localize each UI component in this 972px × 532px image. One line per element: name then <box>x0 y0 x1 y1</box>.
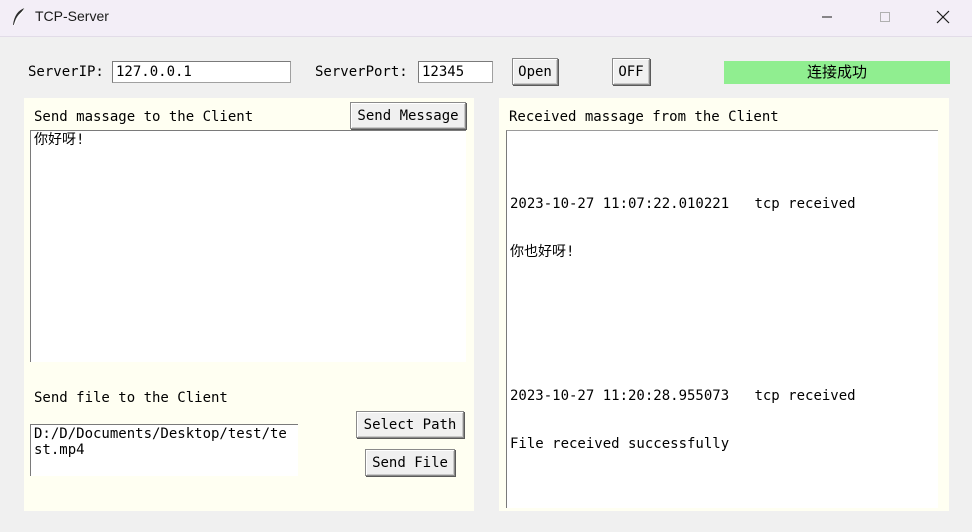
log-entry: 2023-10-27 11:20:28.955073 tcp received … <box>510 356 935 484</box>
off-button[interactable]: OFF <box>612 58 650 85</box>
title-bar[interactable]: TCP-Server <box>0 0 972 37</box>
close-button[interactable] <box>914 0 972 34</box>
server-ip-input[interactable]: 127.0.0.1 <box>112 61 291 83</box>
send-message-heading: Send massage to the Client <box>34 109 254 125</box>
connection-status-badge: 连接成功 <box>724 61 950 84</box>
server-ip-label: ServerIP: <box>28 64 104 80</box>
file-path-textarea[interactable]: D:/D/Documents/Desktop/test/test.mp4 <box>30 424 298 476</box>
maximize-button[interactable] <box>856 0 914 34</box>
send-file-heading: Send file to the Client <box>34 390 228 406</box>
send-message-textarea[interactable]: 你好呀! <box>30 130 466 362</box>
close-icon <box>936 10 950 24</box>
server-port-input[interactable]: 12345 <box>418 61 493 83</box>
received-log[interactable]: 2023-10-27 11:07:22.010221 tcp received … <box>506 130 938 508</box>
maximize-icon <box>880 12 890 22</box>
send-file-button[interactable]: Send File <box>365 449 455 476</box>
minimize-button[interactable] <box>798 0 856 34</box>
received-heading: Received massage from the Client <box>509 109 779 125</box>
log-message: 你也好呀! <box>510 244 575 260</box>
server-port-label: ServerPort: <box>315 64 408 80</box>
log-kind: tcp received <box>754 388 856 404</box>
feather-icon <box>10 7 28 27</box>
send-message-button[interactable]: Send Message <box>350 102 466 129</box>
log-kind: tcp received <box>754 196 856 212</box>
log-timestamp: 2023-10-27 11:07:22.010221 <box>510 196 730 212</box>
log-entry: 2023-10-27 11:07:22.010221 tcp received … <box>510 164 935 292</box>
window-title: TCP-Server <box>35 8 109 24</box>
log-message: File received successfully <box>510 436 730 452</box>
minimize-icon <box>822 16 832 18</box>
select-path-button[interactable]: Select Path <box>356 411 464 438</box>
log-timestamp: 2023-10-27 11:20:28.955073 <box>510 388 730 404</box>
open-button[interactable]: Open <box>512 58 558 85</box>
